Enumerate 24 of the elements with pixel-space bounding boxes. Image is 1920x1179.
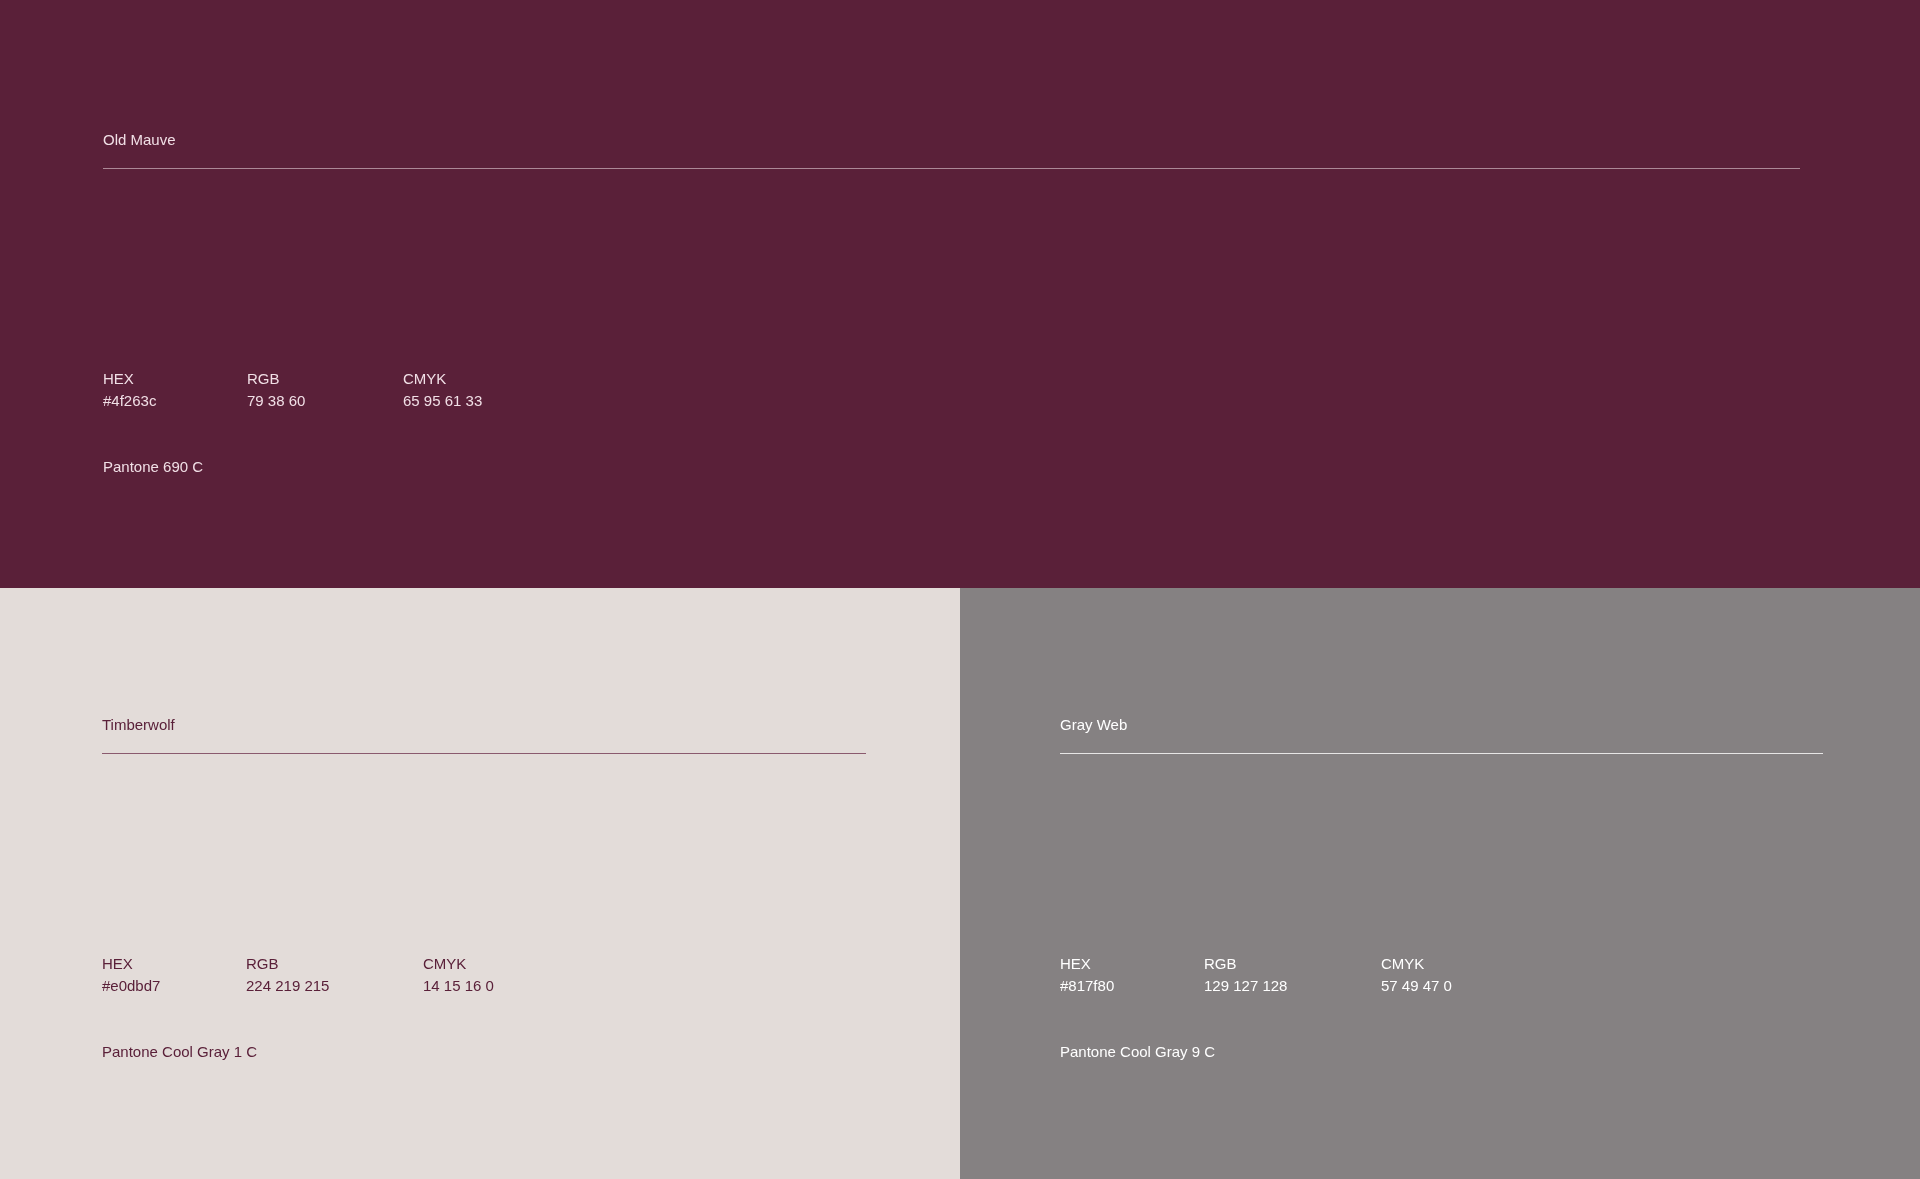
spec-label: CMYK	[1381, 954, 1426, 974]
color-name: Timberwolf	[102, 716, 176, 734]
spec-value: #e0dbd7	[102, 976, 162, 996]
spec-value: 57 49 47 0	[1381, 976, 1453, 996]
spec-label: RGB	[246, 954, 280, 974]
spec-label: HEX	[103, 369, 135, 389]
spec-value: 14 15 16 0	[423, 976, 495, 996]
spec-label: CMYK	[423, 954, 468, 974]
pantone-code: Pantone 690 C	[103, 457, 205, 477]
pantone-code: Pantone Cool Gray 9 C	[1060, 1042, 1217, 1062]
spec-label: RGB	[1204, 954, 1238, 974]
spec-label: CMYK	[403, 369, 448, 389]
spec-value: #817f80	[1060, 976, 1116, 996]
spec-value: 79 38 60	[247, 391, 307, 411]
color-name: Old Mauve	[103, 131, 177, 149]
spec-label: HEX	[1060, 954, 1092, 974]
pantone-code: Pantone Cool Gray 1 C	[102, 1042, 259, 1062]
color-name: Gray Web	[1060, 716, 1129, 734]
spec-label: HEX	[102, 954, 134, 974]
spec-label: RGB	[247, 369, 281, 389]
spec-value: #4f263c	[103, 391, 158, 411]
spec-value: 65 95 61 33	[403, 391, 484, 411]
spec-value: 224 219 215	[246, 976, 331, 996]
spec-value: 129 127 128	[1204, 976, 1289, 996]
